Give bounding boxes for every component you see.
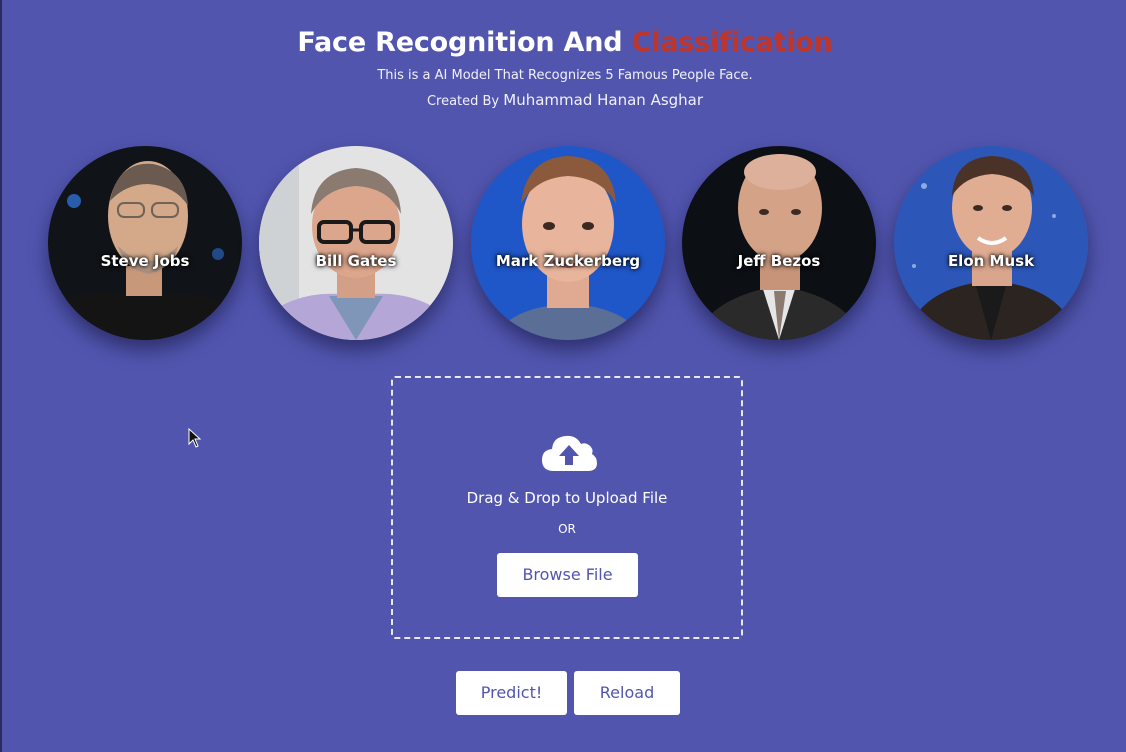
predict-button[interactable]: Predict! [456, 671, 567, 715]
reload-button[interactable]: Reload [574, 671, 680, 715]
face-card-jeff-bezos: Jeff Bezos [682, 146, 876, 340]
file-drop-zone[interactable]: Drag & Drop to Upload File OR Browse Fil… [391, 376, 743, 639]
author-credit: Created By Muhammad Hanan Asghar [2, 91, 1126, 109]
credit-prefix: Created By [426, 94, 500, 109]
face-label: Elon Musk [947, 252, 1035, 270]
title-accent: Classification [631, 27, 833, 58]
page-subtitle: This is a AI Model That Recognizes 5 Fam… [377, 68, 753, 83]
or-separator: OR [558, 522, 576, 536]
title-main: Face Recognition And [297, 27, 623, 58]
mouse-pointer-icon [188, 428, 202, 448]
face-card-steve-jobs: Steve Jobs [48, 146, 242, 340]
elon-musk-photo [894, 146, 1088, 340]
face-label: Jeff Bezos [737, 252, 821, 270]
face-card-mark-zuckerberg: Mark Zuckerberg [471, 146, 665, 340]
credit-author: Muhammad Hanan Asghar [503, 91, 704, 109]
face-label: Steve Jobs [100, 252, 190, 270]
app-page: Face Recognition And Classification This… [0, 0, 1126, 752]
face-card-elon-musk: Elon Musk [894, 146, 1088, 340]
face-label: Mark Zuckerberg [495, 252, 641, 270]
face-label: Bill Gates [315, 252, 397, 270]
mark-zuckerberg-photo [471, 146, 665, 340]
face-card-bill-gates: Bill Gates [259, 146, 453, 340]
bill-gates-photo [259, 146, 453, 340]
steve-jobs-photo [48, 146, 242, 340]
drop-instruction: Drag & Drop to Upload File [466, 489, 668, 507]
celebrity-gallery: Steve Jobs Bill Gates Mark Zuckerberg Je… [48, 146, 1088, 340]
cloud-upload-icon [542, 435, 597, 471]
page-title: Face Recognition And Classification [2, 27, 1126, 58]
browse-file-button[interactable]: Browse File [497, 553, 638, 597]
jeff-bezos-photo [682, 146, 876, 340]
